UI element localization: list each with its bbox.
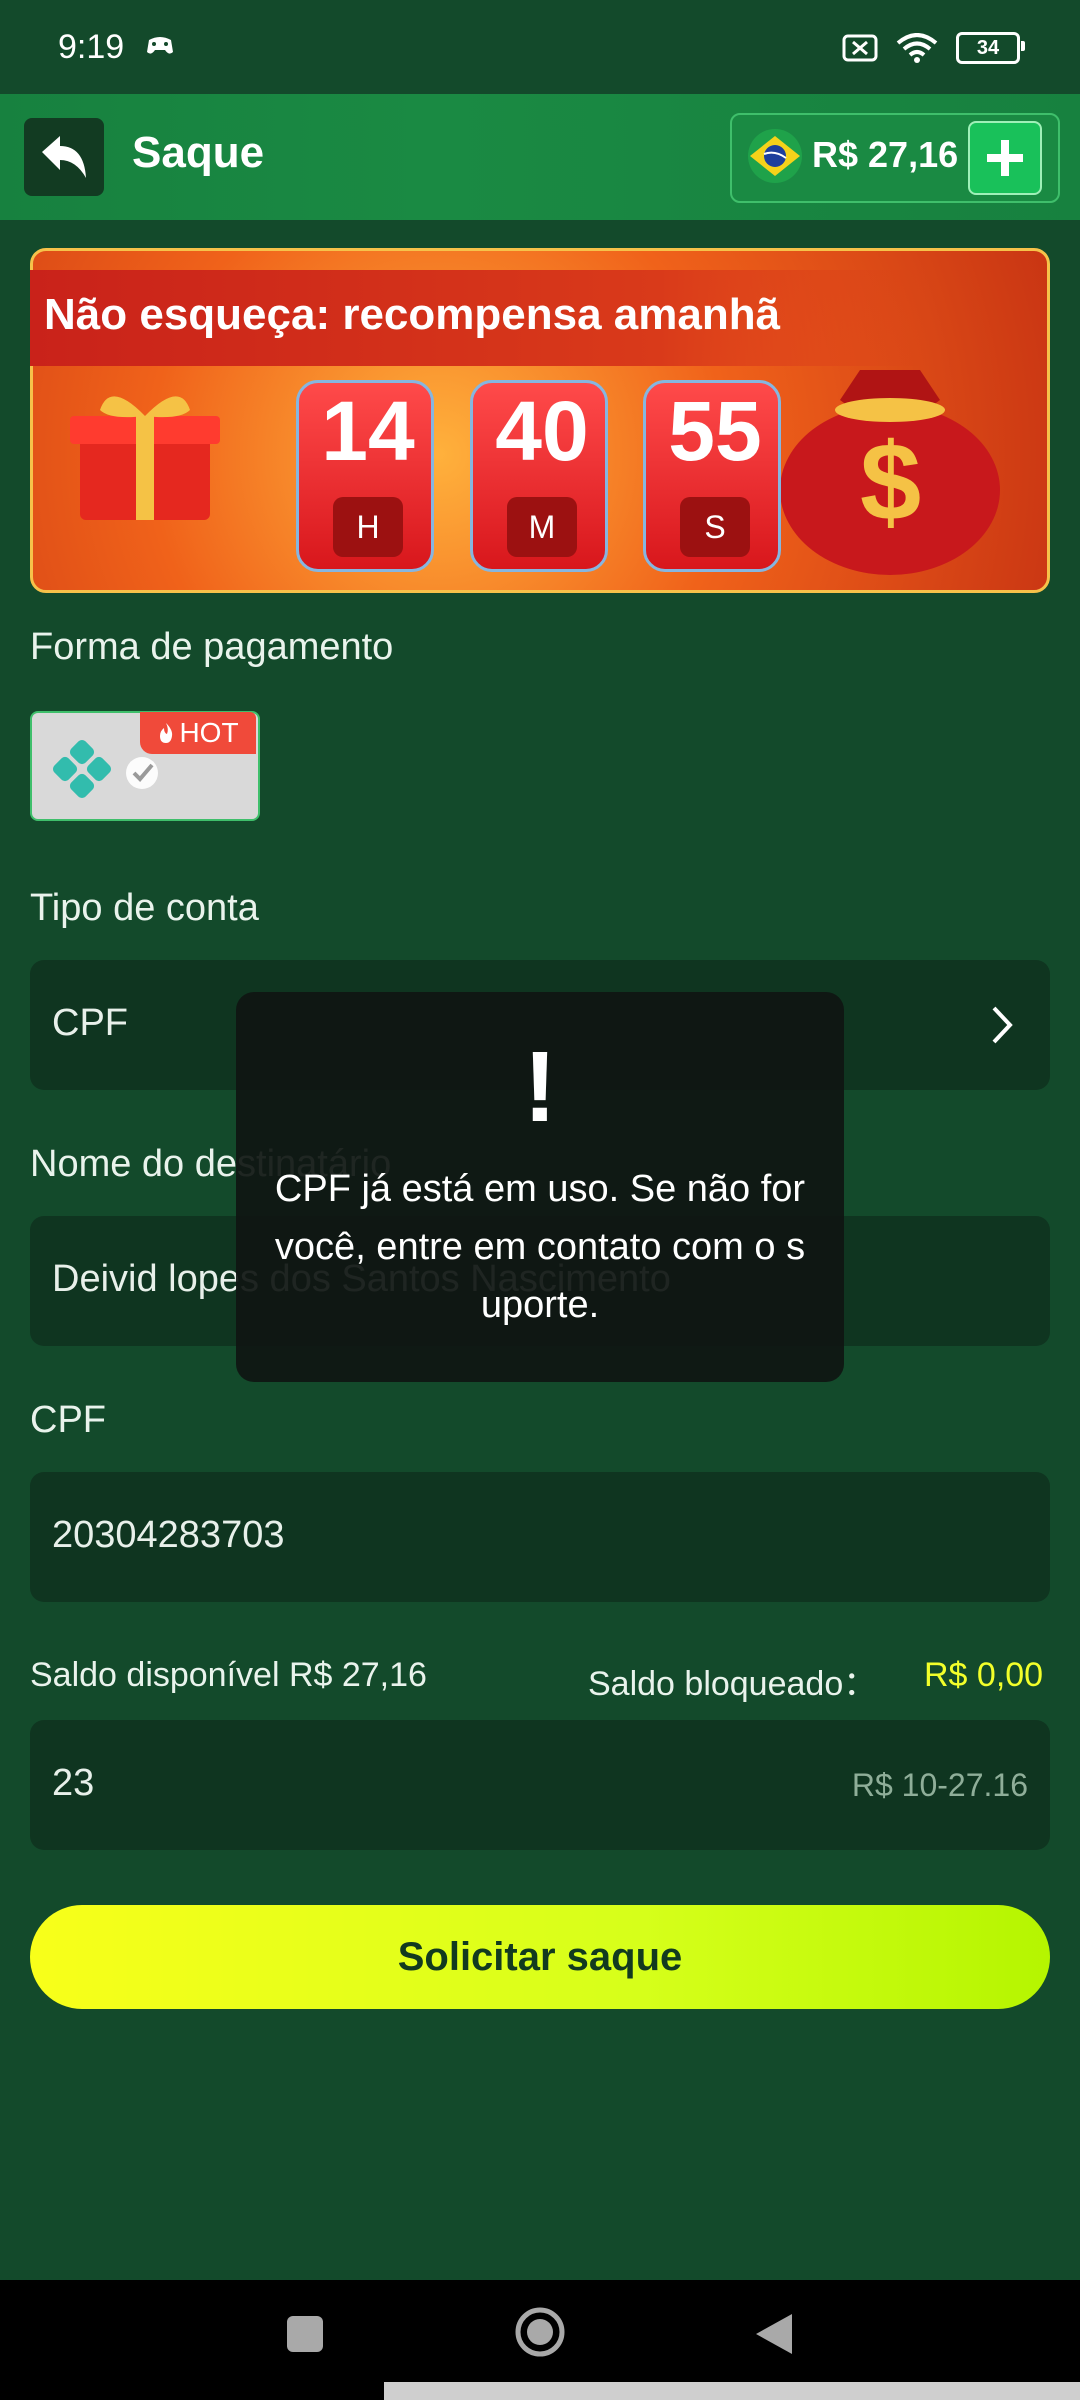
cpf-label: CPF	[30, 1399, 106, 1441]
back-arrow-icon	[42, 136, 86, 178]
timer-minutes-unit: M	[507, 497, 577, 557]
plus-icon	[987, 140, 1023, 176]
money-bag-icon: $	[780, 370, 1000, 575]
blocked-balance-value: R$ 0,00	[924, 1656, 1044, 1694]
account-type-value: CPF	[52, 1002, 128, 1044]
timer-hours: 14 H	[296, 380, 434, 572]
status-icons: 34	[842, 32, 1025, 64]
amount-range-hint: R$ 10-27.16	[851, 1767, 1028, 1803]
home-button[interactable]	[514, 2306, 566, 2358]
brazil-flag-icon	[748, 129, 802, 183]
timer-seconds-unit: S	[680, 497, 750, 557]
no-sim-icon	[842, 34, 878, 62]
toast-message: CPF já está em uso. Se não for você, ent…	[274, 1168, 806, 1326]
available-balance: Saldo disponível R$ 27,16	[30, 1656, 427, 1694]
page-title: Saque	[132, 128, 265, 177]
gesture-handle	[384, 2382, 1080, 2400]
svg-text:$: $	[860, 421, 921, 544]
timer-minutes-value: 40	[495, 384, 589, 478]
request-withdrawal-button[interactable]: Solicitar saque	[30, 1905, 1050, 2009]
timer-minutes: 40 M	[470, 380, 608, 572]
flame-icon	[160, 723, 173, 743]
recents-button[interactable]	[287, 2316, 323, 2352]
timer-hours-unit: H	[333, 497, 403, 557]
payment-method-label: Forma de pagamento	[30, 626, 394, 668]
cpf-value: 20304283703	[52, 1514, 285, 1556]
game-controller-icon	[147, 37, 173, 54]
timer-seconds-value: 55	[668, 384, 762, 478]
back-button[interactable]	[24, 118, 104, 196]
deposit-add-button[interactable]	[968, 121, 1042, 195]
amount-value: 23	[52, 1762, 95, 1804]
header-balance: R$ 27,16	[812, 134, 959, 175]
back-nav-button[interactable]	[752, 2310, 796, 2358]
wifi-icon	[896, 33, 938, 63]
timer-seconds: 55 S	[643, 380, 781, 572]
hot-badge: HOT	[140, 712, 256, 754]
gift-box-icon	[70, 396, 220, 520]
account-type-label: Tipo de conta	[30, 887, 259, 929]
blocked-balance-label: Saldo bloqueado：	[588, 1665, 878, 1703]
hot-badge-label: HOT	[179, 717, 239, 748]
timer-hours-value: 14	[321, 384, 415, 478]
battery-icon: 34	[956, 32, 1025, 64]
exclamation-icon: !	[523, 1031, 557, 1143]
banner-title: Não esqueça: recompensa amanhã	[44, 290, 781, 339]
status-time: 9:19	[58, 28, 125, 66]
chevron-right-icon	[992, 1006, 1013, 1044]
